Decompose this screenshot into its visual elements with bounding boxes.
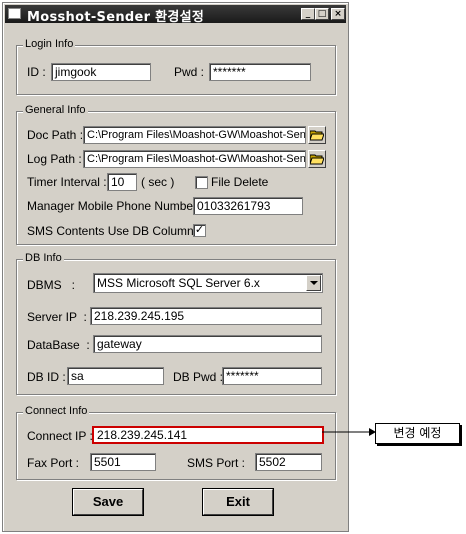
login-info-group: Login Info ID : jimgook Pwd : ******* xyxy=(16,38,336,95)
chevron-down-icon[interactable] xyxy=(306,275,321,291)
manager-phone-field[interactable]: 01033261793 xyxy=(193,197,303,215)
general-info-group: General Info Doc Path : C:\Program Files… xyxy=(16,104,336,245)
connect-ip-field[interactable]: 218.239.245.141 xyxy=(92,426,324,444)
server-ip-label: Server IP : xyxy=(27,310,87,324)
exit-button[interactable]: Exit xyxy=(203,489,273,515)
annotation-callout: 변경 예정 xyxy=(375,423,460,444)
annotation-arrow xyxy=(322,428,376,436)
sms-db-column-checkbox[interactable]: ✓ xyxy=(193,224,206,237)
timer-unit-label: ( sec ) xyxy=(141,175,175,189)
log-path-field[interactable]: C:\Program Files\Moashot-GW\Moashot-Sen xyxy=(83,150,306,168)
database-label: DataBase : xyxy=(27,338,90,352)
doc-path-field[interactable]: C:\Program Files\Moashot-GW\Moashot-Sen xyxy=(83,126,306,144)
db-pwd-label: DB Pwd : xyxy=(173,370,224,384)
minimize-button[interactable]: _ xyxy=(301,8,315,20)
id-label: ID : xyxy=(27,65,46,79)
title-bar[interactable]: Mosshot-Sender 환경설정 _ □ × xyxy=(5,5,346,25)
db-id-field[interactable]: sa xyxy=(67,367,164,385)
maximize-button[interactable]: □ xyxy=(315,8,329,20)
timer-interval-field[interactable]: 10 xyxy=(107,173,137,191)
folder-icon xyxy=(310,154,324,165)
db-info-legend: DB Info xyxy=(23,252,64,264)
sms-db-column-label: SMS Contents Use DB Column : xyxy=(27,224,201,238)
window-title: Mosshot-Sender 환경설정 xyxy=(27,10,205,25)
doc-path-browse-button[interactable] xyxy=(308,126,326,144)
dbms-selected-value: MSS Microsoft SQL Server 6.x xyxy=(97,276,260,290)
db-pwd-field[interactable]: ******* xyxy=(222,367,322,385)
sms-port-field[interactable]: 5502 xyxy=(255,453,322,471)
close-button[interactable]: × xyxy=(331,8,345,20)
dbms-label: DBMS : xyxy=(27,278,76,292)
server-ip-field[interactable]: 218.239.245.195 xyxy=(90,307,322,325)
manager-phone-label: Manager Mobile Phone Number : xyxy=(27,199,204,213)
app-icon xyxy=(8,8,21,19)
file-delete-label: File Delete xyxy=(211,175,269,189)
connect-info-legend: Connect Info xyxy=(23,405,90,417)
folder-icon xyxy=(310,130,324,141)
database-field[interactable]: gateway xyxy=(93,335,322,353)
login-info-legend: Login Info xyxy=(23,38,76,50)
log-path-label: Log Path : xyxy=(27,152,82,166)
dbms-select[interactable]: MSS Microsoft SQL Server 6.x xyxy=(93,273,323,293)
fax-port-field[interactable]: 5501 xyxy=(90,453,156,471)
general-info-legend: General Info xyxy=(23,104,88,116)
doc-path-label: Doc Path : xyxy=(27,128,84,142)
fax-port-label: Fax Port : xyxy=(27,456,80,470)
connect-info-group: Connect Info Connect IP : 218.239.245.14… xyxy=(16,405,336,480)
settings-window: Mosshot-Sender 환경설정 _ □ × Login Info ID … xyxy=(2,2,349,532)
sms-port-label: SMS Port : xyxy=(187,456,246,470)
timer-interval-label: Timer Interval : xyxy=(27,175,107,189)
exit-button-frame: Exit xyxy=(202,488,274,516)
save-button-frame: Save xyxy=(72,488,144,516)
file-delete-checkbox[interactable] xyxy=(195,176,208,189)
log-path-browse-button[interactable] xyxy=(308,150,326,168)
db-id-label: DB ID : xyxy=(27,370,66,384)
pwd-label: Pwd : xyxy=(174,65,205,79)
db-info-group: DB Info DBMS : MSS Microsoft SQL Server … xyxy=(16,252,336,395)
save-button[interactable]: Save xyxy=(73,489,143,515)
pwd-field[interactable]: ******* xyxy=(209,63,311,81)
id-field[interactable]: jimgook xyxy=(51,63,151,81)
connect-ip-label: Connect IP : xyxy=(27,429,93,443)
